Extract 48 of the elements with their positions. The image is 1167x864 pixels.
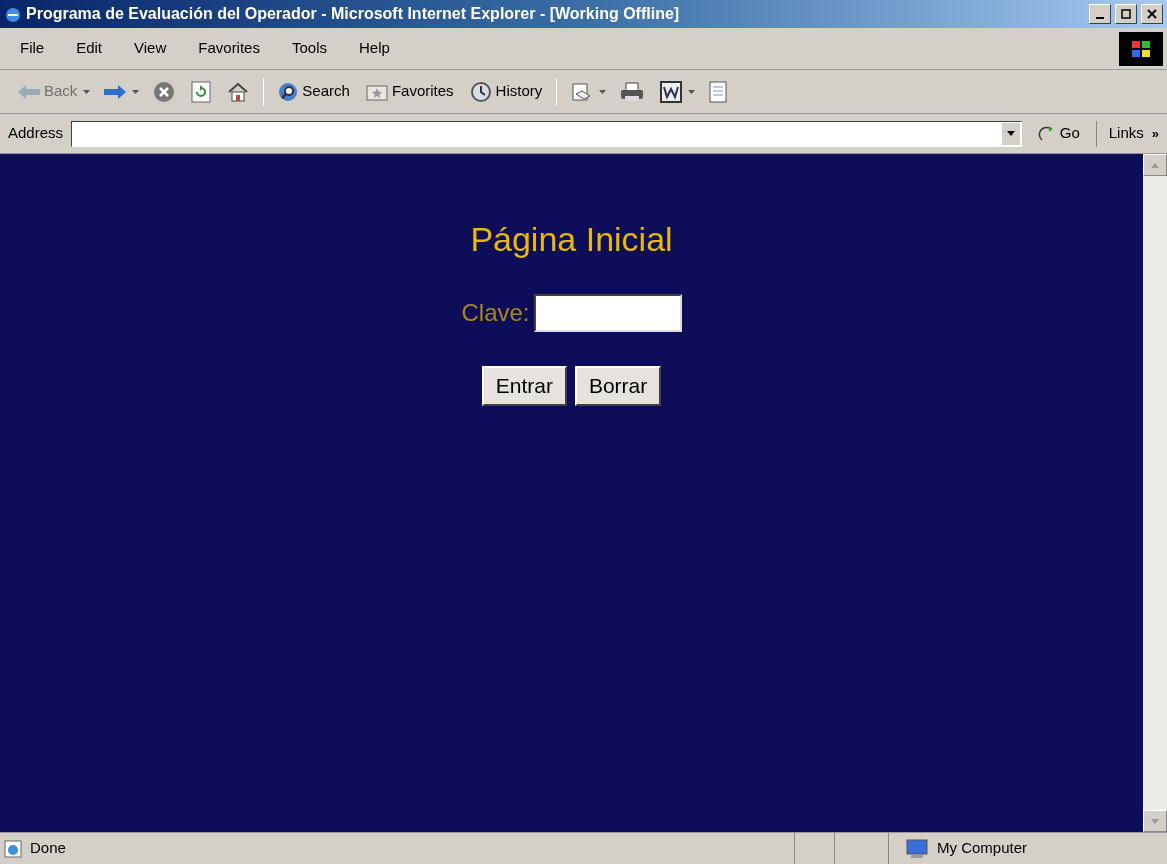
refresh-button[interactable] xyxy=(189,78,214,105)
password-label: Clave: xyxy=(461,298,530,328)
dropdown-arrow-icon[interactable] xyxy=(599,89,607,94)
search-icon xyxy=(278,81,299,102)
menu-item[interactable]: View xyxy=(130,37,171,60)
go-button[interactable]: Go xyxy=(1029,122,1088,145)
back-arrow-icon xyxy=(18,84,40,99)
note-button[interactable] xyxy=(707,78,730,105)
word-button[interactable] xyxy=(658,78,685,105)
menu-item[interactable]: Favorites xyxy=(194,37,264,60)
history-button[interactable]: History xyxy=(467,78,545,105)
maximize-button[interactable] xyxy=(1115,4,1137,24)
close-icon xyxy=(1147,9,1157,19)
links-button[interactable]: Links » xyxy=(1104,122,1163,145)
scrollbar[interactable] xyxy=(1143,154,1167,832)
form-button[interactable]: Borrar xyxy=(574,366,662,406)
favorites-button[interactable]: Favorites xyxy=(363,78,456,105)
maximize-icon xyxy=(1121,9,1131,19)
status-text: Done xyxy=(30,838,66,859)
dropdown-arrow-icon[interactable] xyxy=(132,89,140,94)
scroll-up-button[interactable] xyxy=(1143,154,1167,176)
page-heading: Página Inicial xyxy=(470,222,673,256)
address-field[interactable] xyxy=(71,120,1022,147)
minimize-button[interactable] xyxy=(1089,4,1111,24)
computer-icon xyxy=(905,838,929,859)
browser-logo-icon xyxy=(4,5,22,23)
menu-item[interactable]: File xyxy=(16,37,49,60)
form-button[interactable]: Entrar xyxy=(481,366,567,406)
menu-item[interactable]: Tools xyxy=(287,37,331,60)
dropdown-arrow-icon[interactable] xyxy=(83,89,91,94)
search-button[interactable]: Search xyxy=(276,78,352,105)
dropdown-button[interactable] xyxy=(1000,121,1021,146)
scroll-down-button[interactable] xyxy=(1143,810,1167,832)
down-arrow-icon xyxy=(1151,818,1159,824)
zone-text: My Computer xyxy=(937,838,1028,859)
dropdown-arrow-icon[interactable] xyxy=(688,89,696,94)
window-title: Programa de Evaluación del Operador - Microsoft Internet Explorer - [Working Offline] xyxy=(26,4,681,24)
up-arrow-icon xyxy=(1151,162,1159,168)
clock-icon xyxy=(469,80,492,103)
address-label: Address xyxy=(8,123,64,144)
windows-logo-icon xyxy=(1119,31,1163,66)
dropdown-arrow-icon xyxy=(1006,131,1015,136)
minimize-icon xyxy=(1096,17,1104,19)
menu-item[interactable]: Help xyxy=(355,37,394,60)
close-button[interactable] xyxy=(1141,4,1163,24)
password-field[interactable] xyxy=(533,294,682,332)
page-icon xyxy=(4,839,22,858)
menu-item[interactable]: Edit xyxy=(72,37,107,60)
